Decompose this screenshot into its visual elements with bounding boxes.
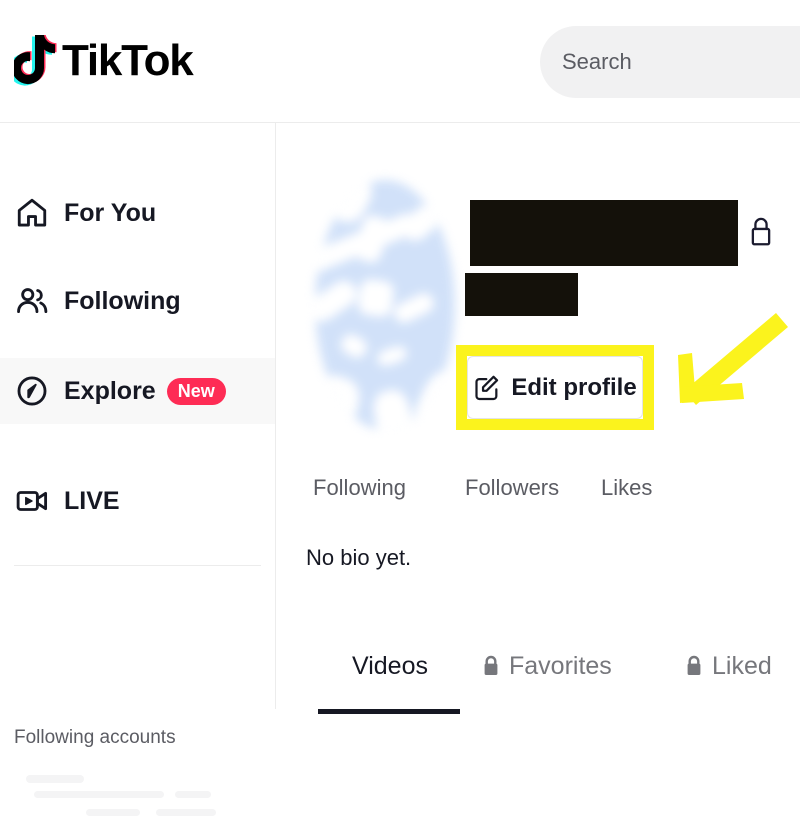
tiktok-logo[interactable]: TikTok [14, 28, 194, 94]
stat-label: Following [313, 475, 406, 500]
profile-stats: Following Followers Likes [306, 475, 706, 515]
sidebar-item-live[interactable]: LIVE [0, 468, 275, 534]
sidebar-divider [14, 565, 261, 566]
stat-label: Followers [465, 475, 560, 500]
skeleton-line [175, 791, 211, 798]
stat-likes[interactable]: Likes [594, 475, 652, 501]
tab-label: Liked [712, 651, 772, 680]
search-placeholder: Search [562, 49, 632, 74]
live-video-icon [14, 483, 50, 519]
sidebar-item-label: LIVE [64, 486, 120, 515]
redacted-handle [465, 273, 578, 316]
tab-liked[interactable]: Liked [684, 635, 772, 697]
sidebar-item-label: Following [64, 286, 181, 315]
home-icon [14, 195, 50, 231]
edit-profile-label: Edit profile [511, 373, 637, 401]
tab-label: Videos [352, 651, 428, 680]
yellow-arrow-icon [658, 309, 788, 409]
new-badge: New [166, 377, 226, 405]
sidebar-item-explore[interactable]: Explore New [0, 358, 275, 424]
tab-label: Favorites [509, 651, 612, 680]
redacted-display-name [470, 200, 738, 266]
edit-pencil-icon [473, 374, 501, 402]
lock-icon [684, 654, 704, 678]
edit-profile-button[interactable]: Edit profile [467, 356, 643, 419]
sidebar-section-title: Following accounts [14, 727, 176, 748]
profile-main: Edit profile Following Followers Likes N… [276, 123, 800, 714]
skeleton-line [156, 809, 216, 816]
skeleton-line [26, 775, 84, 783]
active-tab-underline [318, 709, 460, 714]
sidebar-item-label: For You [64, 198, 157, 227]
content-tabs: Videos Favorites Liked [276, 635, 800, 714]
logo-wordmark: TikTok [60, 38, 194, 85]
stat-followers[interactable]: Followers [458, 475, 559, 501]
stat-label: Likes [601, 475, 653, 500]
skeleton-line [34, 791, 164, 798]
profile-bio: No bio yet. [306, 545, 412, 570]
sidebar: For You Following Explore New LIVE Follo… [0, 123, 276, 816]
app-header: TikTok Search [0, 0, 800, 123]
user-avatar-image[interactable] [315, 180, 455, 430]
tab-videos[interactable]: Videos [352, 635, 428, 697]
search-input[interactable]: Search [540, 26, 800, 98]
lock-icon [481, 654, 501, 678]
tab-favorites[interactable]: Favorites [481, 635, 612, 697]
sidebar-item-label: Explore [64, 376, 156, 405]
people-icon [14, 283, 50, 319]
skeleton-line [86, 809, 140, 816]
compass-icon [14, 373, 50, 409]
lock-icon [746, 215, 776, 249]
sidebar-item-following[interactable]: Following [0, 268, 275, 334]
tiktok-note-icon [14, 35, 58, 87]
sidebar-item-for-you[interactable]: For You [0, 180, 275, 246]
stat-following[interactable]: Following [306, 475, 406, 501]
